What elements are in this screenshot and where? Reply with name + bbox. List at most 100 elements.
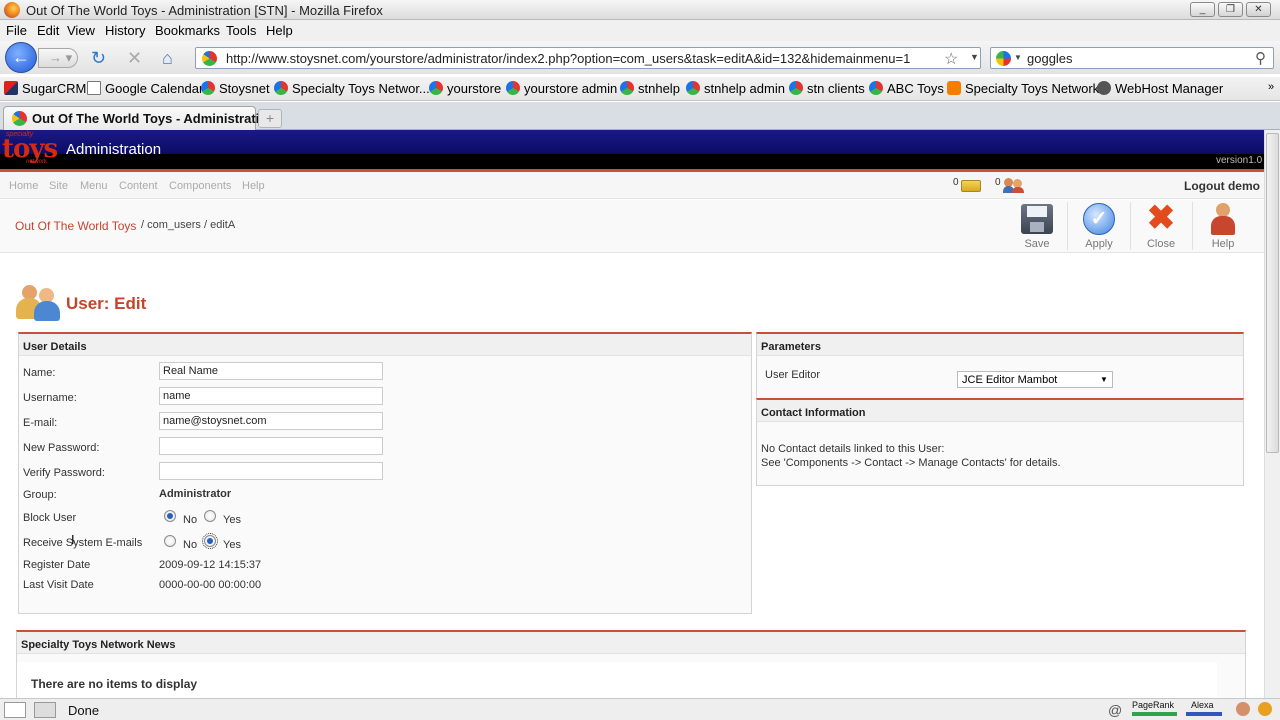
news-empty-message: There are no items to display [31, 677, 198, 691]
at-icon[interactable]: @ [1108, 702, 1122, 718]
chrome-icon [789, 81, 803, 95]
receive-emails-no-radio[interactable] [164, 535, 176, 547]
menu-help[interactable]: Help [266, 23, 293, 38]
save-label: Save [1024, 238, 1050, 250]
bookmark-abc-toys[interactable]: ABC Toys [869, 81, 944, 96]
magnifier-icon[interactable]: ⚲ [1255, 49, 1266, 67]
toolbar-separator [1067, 202, 1068, 250]
contact-line-1: No Contact details linked to this User: [761, 443, 945, 455]
page-scrollbar[interactable] [1264, 130, 1280, 698]
google-search-icon[interactable] [996, 51, 1011, 66]
verify-password-input[interactable] [159, 462, 383, 480]
bookmark-stnhelp[interactable]: stnhelp [620, 81, 680, 96]
admin-menu-menu[interactable]: Menu [80, 180, 108, 192]
bookmarks-overflow-icon[interactable]: » [1268, 81, 1274, 93]
search-text: goggles [1027, 51, 1073, 66]
cpanel-icon [1097, 81, 1111, 95]
menu-view[interactable]: View [67, 23, 95, 38]
block-user-no-radio[interactable] [164, 510, 176, 522]
receive-emails-label: Receive System E-mails [23, 537, 143, 549]
bookmark-stnhelp-admin[interactable]: stnhelp admin [686, 81, 785, 96]
bookmark-stn-clients[interactable]: stn clients [789, 81, 865, 96]
new-tab-button[interactable]: + [258, 109, 282, 128]
messages-icon[interactable] [961, 180, 981, 192]
admin-header [0, 130, 1264, 154]
bookmark-specialty-toys-network[interactable]: Specialty Toys Network [947, 81, 1099, 96]
page-content: specialty toys network Administration ve… [0, 130, 1264, 698]
admin-menu-help[interactable]: Help [242, 180, 265, 192]
apply-button[interactable]: ✓ Apply [1070, 202, 1128, 252]
stop-icon[interactable]: ✕ [127, 49, 142, 67]
user-editor-select[interactable]: JCE Editor Mambot ▼ [957, 371, 1113, 388]
status-icon[interactable] [4, 702, 26, 718]
addon-icon[interactable] [1236, 702, 1250, 716]
logout-link[interactable]: Logout demo [1184, 179, 1260, 193]
floppy-disk-icon [1021, 204, 1053, 234]
forward-button[interactable]: → ▾ [38, 48, 78, 68]
alexa-bar [1186, 712, 1222, 716]
receive-emails-yes-radio[interactable] [202, 533, 218, 549]
chrome-icon [686, 81, 700, 95]
sugarcrm-icon [4, 81, 18, 95]
bookmark-star-icon[interactable]: ☆ [944, 49, 958, 69]
search-bar[interactable]: ▼ goggles ⚲ [990, 47, 1274, 69]
url-bar[interactable]: http://www.stoysnet.com/yourstore/admini… [195, 47, 981, 69]
home-icon[interactable]: ⌂ [162, 49, 173, 67]
minimize-button[interactable]: _ [1190, 2, 1215, 17]
toolbar-separator [1192, 202, 1193, 250]
email-input[interactable] [159, 412, 383, 430]
red-x-icon: ✖ [1146, 199, 1176, 237]
chrome-icon [506, 81, 520, 95]
menu-tools[interactable]: Tools [226, 23, 256, 38]
breadcrumb-toolbar-row: Out Of The World Toys / com_users / edit… [0, 200, 1264, 253]
bookmark-yourstore[interactable]: yourstore [429, 81, 501, 96]
block-user-no-label: No [183, 514, 198, 526]
news-heading: Specialty Toys Network News [17, 632, 1245, 654]
close-button[interactable]: ✖ Close [1132, 199, 1190, 252]
bookmark-stoysnet[interactable]: Stoysnet [201, 81, 270, 96]
users-online-count: 0 [995, 177, 1001, 188]
bookmark-specialty-toys[interactable]: Specialty Toys Networ... [274, 81, 430, 96]
back-button[interactable]: ← [5, 42, 37, 73]
text-cursor-icon: I [71, 532, 75, 547]
users-icon [16, 285, 64, 321]
apply-label: Apply [1085, 238, 1113, 250]
scrollbar-thumb[interactable] [1266, 133, 1279, 453]
bookmark-google-calendar[interactable]: Google Calendar [87, 81, 203, 96]
menu-history[interactable]: History [105, 23, 145, 38]
maximize-button[interactable]: ❐ [1218, 2, 1243, 17]
firebug-icon[interactable] [1258, 702, 1272, 716]
bookmark-sugarcrm[interactable]: SugarCRM [4, 81, 86, 96]
user-details-heading: User Details [19, 334, 751, 356]
new-password-input[interactable] [159, 437, 383, 455]
monitor-icon[interactable] [34, 702, 56, 718]
tab-active[interactable]: Out Of The World Toys - Administrati... [3, 106, 270, 130]
bookmark-yourstore-admin[interactable]: yourstore admin [506, 81, 617, 96]
menu-file[interactable]: File [6, 23, 27, 38]
admin-menu-content[interactable]: Content [119, 180, 158, 192]
bookmark-webhost-manager[interactable]: WebHost Manager [1097, 81, 1223, 96]
group-label: Group: [23, 489, 57, 501]
users-online-icon[interactable] [1003, 178, 1025, 193]
admin-menu-site[interactable]: Site [49, 180, 68, 192]
parameters-panel: Parameters User Editor JCE Editor Mambot… [756, 332, 1244, 400]
block-user-yes-radio[interactable] [204, 510, 216, 522]
save-button[interactable]: Save [1008, 202, 1066, 252]
help-button[interactable]: Help [1194, 202, 1252, 252]
username-input[interactable] [159, 387, 383, 405]
menu-bookmarks[interactable]: Bookmarks [155, 23, 220, 38]
admin-menu-home[interactable]: Home [9, 180, 38, 192]
messages-count: 0 [953, 177, 959, 188]
engine-dropdown-icon[interactable]: ▼ [1014, 53, 1022, 62]
register-date-label: Register Date [23, 559, 91, 571]
name-input[interactable] [159, 362, 383, 380]
breadcrumb-site-link[interactable]: Out Of The World Toys [15, 219, 136, 233]
menu-edit[interactable]: Edit [37, 23, 59, 38]
url-text: http://www.stoysnet.com/yourstore/admini… [226, 51, 911, 66]
tab-title: Out Of The World Toys - Administrati... [32, 111, 271, 126]
reload-icon[interactable]: ↻ [91, 49, 106, 67]
url-dropdown-icon[interactable]: ▼ [970, 52, 979, 62]
close-window-button[interactable]: ✕ [1246, 2, 1271, 17]
chevron-down-icon: ▼ [1100, 375, 1108, 384]
admin-menu-components[interactable]: Components [169, 180, 231, 192]
